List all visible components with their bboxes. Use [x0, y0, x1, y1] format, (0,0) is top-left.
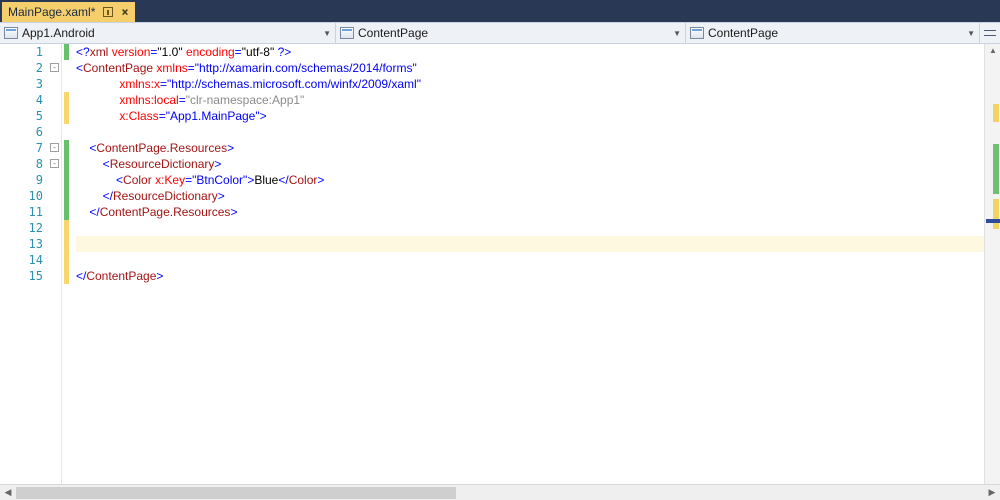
code-line: </ResourceDictionary> — [76, 188, 984, 204]
type-label: ContentPage — [358, 26, 428, 40]
code-line: x:Class="App1.MainPage"> — [76, 108, 984, 124]
horizontal-scrollbar[interactable]: ◀ ▶ — [0, 484, 1000, 500]
chevron-down-icon: ▼ — [961, 29, 975, 38]
tab-title: MainPage.xaml* — [8, 5, 95, 19]
scroll-track[interactable] — [16, 485, 984, 500]
fold-icon[interactable]: - — [50, 159, 59, 168]
line-number: 10 — [29, 189, 43, 203]
tab-strip: MainPage.xaml* × — [0, 0, 1000, 22]
line-number: 14 — [29, 253, 43, 267]
line-number: 5 — [36, 109, 43, 123]
line-number: 7 — [36, 141, 43, 155]
type-dropdown[interactable]: ContentPage ▼ — [336, 23, 686, 43]
line-number: 2 — [36, 61, 43, 75]
line-number: 8 — [36, 157, 43, 171]
member-label: ContentPage — [708, 26, 778, 40]
code-line — [76, 124, 984, 140]
line-number: 3 — [36, 77, 43, 91]
chevron-down-icon: ▼ — [317, 29, 331, 38]
ruler-marker — [993, 199, 999, 229]
code-line: xmlns:local="clr-namespace:App1" — [76, 92, 984, 108]
chevron-down-icon: ▼ — [667, 29, 681, 38]
scroll-right-icon[interactable]: ▶ — [984, 487, 1000, 498]
project-dropdown[interactable]: App1.Android ▼ — [0, 23, 336, 43]
code-area[interactable]: <?xml version="1.0" encoding="utf-8" ?> … — [76, 44, 984, 484]
project-label: App1.Android — [22, 26, 95, 40]
line-number: 1 — [36, 45, 43, 59]
caret-marker — [986, 219, 1000, 223]
member-icon — [690, 27, 704, 39]
line-number: 4 — [36, 93, 43, 107]
modified-marker — [64, 92, 69, 124]
line-number: 13 — [29, 237, 43, 251]
code-line: </ContentPage.Resources> — [76, 204, 984, 220]
code-line — [76, 252, 984, 268]
document-tab[interactable]: MainPage.xaml* × — [2, 2, 135, 22]
split-icon — [984, 27, 996, 39]
ruler-marker — [993, 104, 999, 122]
member-dropdown[interactable]: ContentPage ▼ — [686, 23, 980, 43]
code-line: </ContentPage> — [76, 268, 984, 284]
code-line: <?xml version="1.0" encoding="utf-8" ?> — [76, 44, 984, 60]
scroll-thumb[interactable] — [16, 487, 456, 499]
fold-icon[interactable]: - — [50, 143, 59, 152]
code-line-current — [76, 236, 984, 252]
code-line — [76, 220, 984, 236]
saved-marker — [64, 140, 69, 220]
navigation-bar: App1.Android ▼ ContentPage ▼ ContentPage… — [0, 22, 1000, 44]
line-number: 15 — [29, 269, 43, 283]
split-button[interactable] — [980, 23, 1000, 43]
type-icon — [340, 27, 354, 39]
overview-ruler[interactable]: ▲ — [984, 44, 1000, 484]
close-icon[interactable]: × — [121, 5, 128, 19]
code-line: <Color x:Key="BtnColor">Blue</Color> — [76, 172, 984, 188]
line-number: 12 — [29, 221, 43, 235]
line-number: 6 — [36, 125, 43, 139]
project-icon — [4, 27, 18, 39]
code-line: xmlns:x="http://schemas.microsoft.com/wi… — [76, 76, 984, 92]
scroll-up-icon[interactable]: ▲ — [989, 46, 997, 55]
code-line: <ContentPage xmlns="http://xamarin.com/s… — [76, 60, 984, 76]
line-number: 11 — [29, 205, 43, 219]
pin-icon[interactable] — [103, 7, 113, 17]
change-margin — [62, 44, 76, 484]
code-line: <ContentPage.Resources> — [76, 140, 984, 156]
code-editor[interactable]: 1 2- 3 4 5 6 7- 8- 9 10 11 12 13 14 15 <… — [0, 44, 1000, 484]
line-number: 9 — [36, 173, 43, 187]
code-line: <ResourceDictionary> — [76, 156, 984, 172]
modified-marker — [64, 220, 69, 284]
saved-marker — [64, 44, 69, 60]
line-number-gutter: 1 2- 3 4 5 6 7- 8- 9 10 11 12 13 14 15 — [0, 44, 62, 484]
ruler-marker — [993, 144, 999, 194]
scroll-left-icon[interactable]: ◀ — [0, 487, 16, 498]
fold-icon[interactable]: - — [50, 63, 59, 72]
